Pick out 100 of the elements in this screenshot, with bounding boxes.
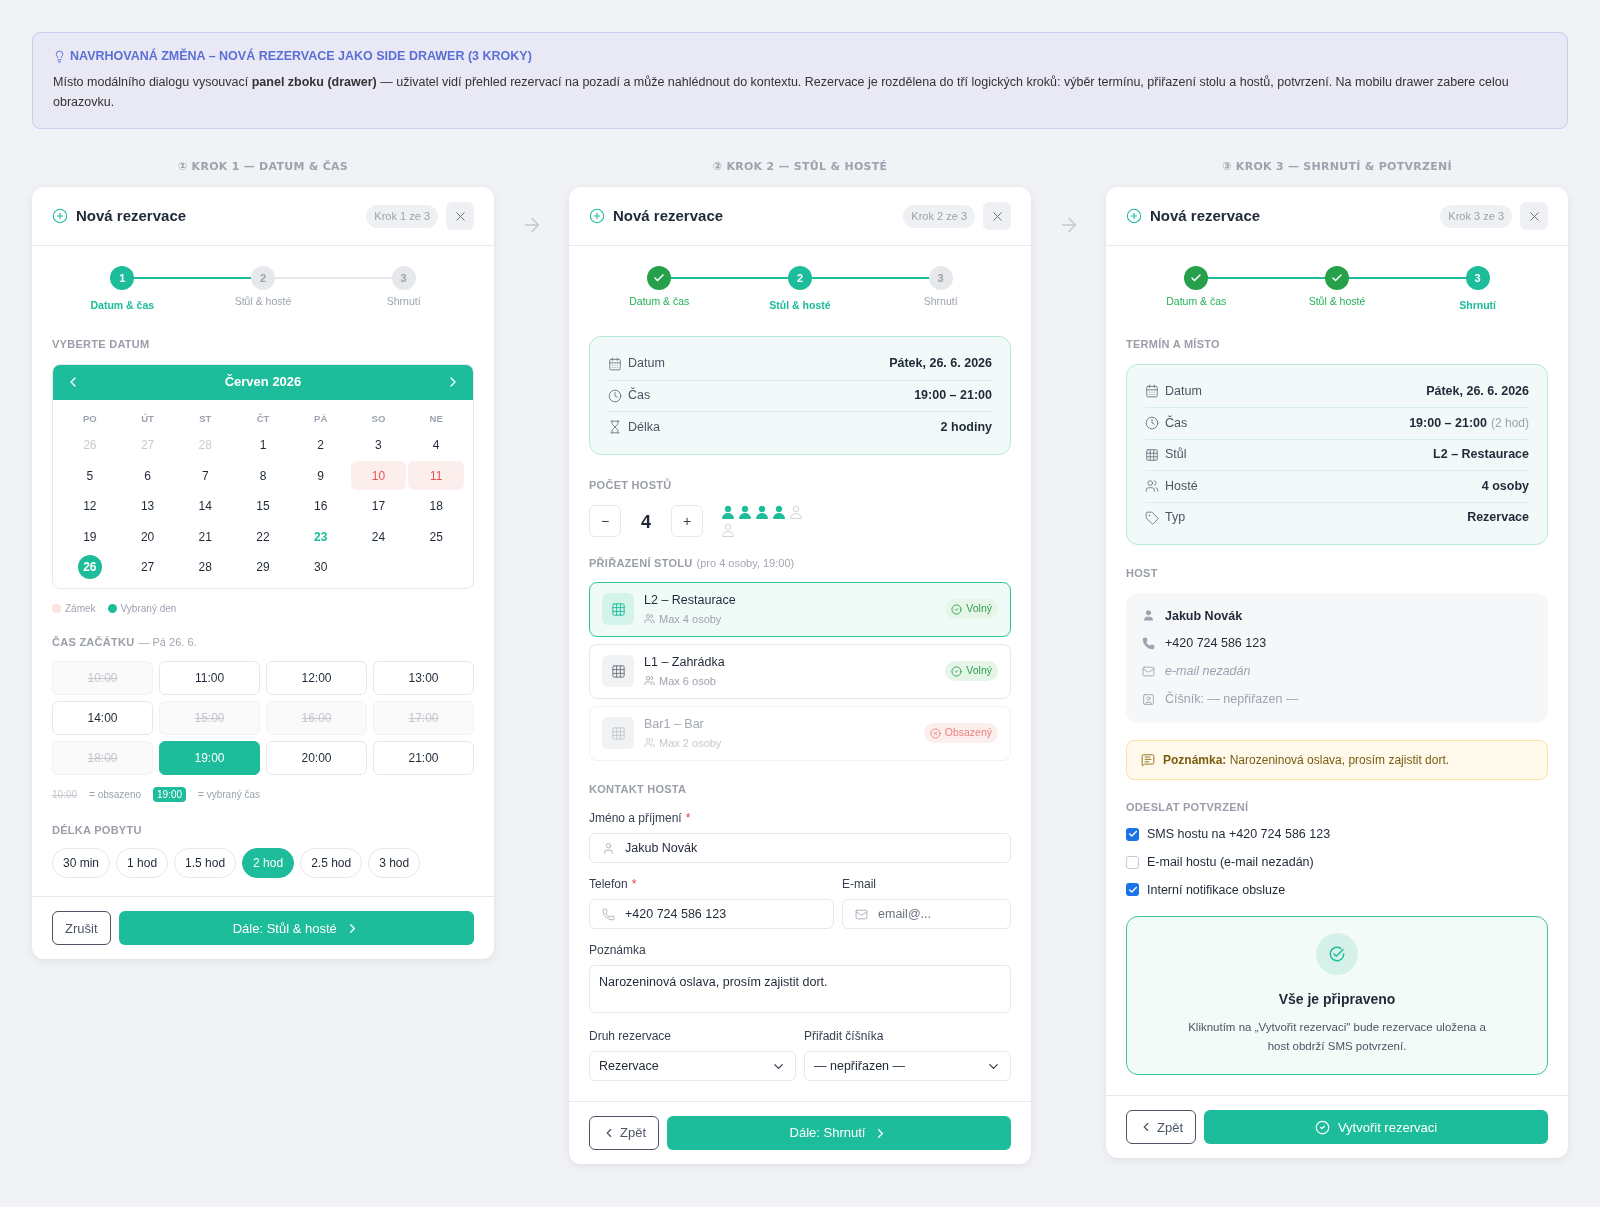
checkbox-label: E-mail hostu (e-mail nezadán)	[1147, 853, 1314, 871]
taken-sample: 10:00	[52, 787, 78, 802]
calendar-day[interactable]: 3	[350, 430, 407, 460]
calendar-day[interactable]: 29	[235, 552, 291, 582]
tag-icon	[1145, 510, 1159, 525]
check-circle-icon	[951, 665, 963, 677]
section-hint: (pro 4 osoby, 19:00)	[696, 556, 795, 571]
checkbox[interactable]	[1126, 883, 1139, 897]
step-label: Datum & čas	[90, 298, 155, 314]
duration-chip[interactable]: 1 hod	[116, 848, 169, 879]
field-label: Jméno a příjmení	[589, 810, 682, 827]
increase-button[interactable]: +	[671, 505, 703, 537]
calendar-day[interactable]: 9	[292, 461, 349, 490]
calendar-day[interactable]: 17	[350, 491, 407, 521]
phone-input[interactable]: +420 724 586 123	[589, 899, 834, 929]
duration-chip[interactable]: 3 hod	[368, 848, 421, 879]
required-mark: *	[631, 876, 637, 893]
calendar-day[interactable]: 20	[119, 522, 176, 551]
decrease-button[interactable]: −	[589, 505, 621, 537]
calendar-day[interactable]: 27	[119, 552, 176, 582]
calendar-day[interactable]: 30	[292, 552, 349, 582]
selected-sample: 19:00	[153, 786, 187, 802]
check-circle-icon	[951, 603, 963, 615]
back-button[interactable]: Zpět	[589, 1116, 659, 1150]
calendar-day[interactable]: 12	[62, 491, 118, 521]
field-label: Druh rezervace	[589, 1028, 672, 1045]
drawer-title: Nová rezervace	[1150, 206, 1261, 226]
step-label: Shrnutí	[1459, 298, 1497, 314]
calendar-day[interactable]: 2	[292, 430, 349, 460]
back-button[interactable]: Zpět	[1126, 1110, 1196, 1145]
time-slot[interactable]: 21:00	[373, 740, 474, 775]
status-badge: Volný	[945, 599, 998, 619]
calendar-day[interactable]: 13	[119, 491, 176, 521]
select-dropdown[interactable]: — nepřiřazen —	[804, 1051, 1011, 1081]
calendar-day[interactable]: 18	[408, 491, 464, 521]
name-input[interactable]: Jakub Novák	[589, 833, 1011, 863]
calendar-day[interactable]: 28	[177, 552, 234, 582]
section-title: DÉLKA POBYTU	[52, 822, 142, 838]
calendar-day[interactable]: 15	[235, 491, 291, 521]
mail-icon	[1142, 664, 1155, 678]
field-label: E-mail	[842, 876, 877, 893]
calendar-day[interactable]: 19	[62, 522, 118, 551]
ready-text: Kliknutím na „Vytvořit rezervaci" bude rezervace uložena a host obdrží SMS potvrzení.	[1187, 1020, 1487, 1055]
required-mark: *	[685, 810, 691, 827]
calendar-day[interactable]: 5	[62, 461, 118, 490]
calendar-day[interactable]: 7	[177, 461, 234, 490]
section-title: KONTAKT HOSTA	[589, 781, 687, 797]
close-button[interactable]	[1520, 202, 1548, 231]
people-icon	[1145, 479, 1159, 494]
close-button[interactable]	[983, 202, 1011, 231]
x-circle-icon	[929, 727, 941, 739]
calendar-day[interactable]: 8	[235, 461, 291, 490]
calendar-day[interactable]: 4	[408, 430, 464, 460]
email-input[interactable]: email@...	[842, 899, 1011, 929]
mail-icon	[855, 907, 868, 921]
calendar-day[interactable]: 24	[350, 522, 407, 551]
person-icon	[1142, 609, 1155, 623]
time-slot[interactable]: 13:00	[373, 660, 474, 695]
calendar-day[interactable]: 6	[119, 461, 176, 490]
duration-chip[interactable]: 30 min	[52, 848, 111, 879]
time-slot[interactable]: 12:00	[266, 660, 367, 695]
table-capacity: Max 2 osoby	[659, 735, 722, 751]
clock-icon	[1145, 416, 1159, 431]
close-button[interactable]	[446, 202, 474, 231]
time-slot[interactable]: 14:00	[52, 700, 153, 735]
calendar-icon	[608, 356, 622, 371]
host-name: Jakub Novák	[1165, 607, 1243, 625]
cancel-button[interactable]: Zrušit	[52, 911, 111, 946]
table-option[interactable]: L1 – Zahrádka Max 6 osob Volný	[589, 643, 1011, 699]
status-badge: Obsazený	[923, 723, 998, 743]
summary-value: L2 – Restaurace	[1433, 446, 1529, 464]
weekday-label: NE	[428, 411, 444, 426]
weekday-label: PÁ	[313, 411, 329, 426]
table-name: L2 – Restaurace	[644, 591, 736, 609]
calendar-day[interactable]: 1	[235, 430, 291, 460]
select-dropdown[interactable]: Rezervace	[589, 1051, 796, 1081]
person-icon	[602, 841, 615, 855]
note-textarea[interactable]: Narozeninová oslava, prosím zajistit dort.	[589, 965, 1011, 1013]
duration-chip[interactable]: 2.5 hod	[300, 848, 363, 879]
summary-label: Stůl	[1165, 446, 1187, 464]
calendar-day[interactable]: 22	[235, 522, 291, 551]
table-option[interactable]: L2 – Restaurace Max 4 osoby Volný	[589, 581, 1011, 637]
summary-label: Délka	[628, 418, 660, 436]
weekday-label: ČT	[255, 411, 271, 426]
grid-icon	[1145, 447, 1159, 462]
note-text: Poznámka: Narozeninová oslava, prosím zajistit dort.	[1163, 751, 1450, 769]
field-label: Přiřadit číšníka	[804, 1028, 884, 1045]
step-label: Stůl & hosté	[234, 294, 292, 310]
table-name: Bar1 – Bar	[644, 715, 705, 733]
calendar-day[interactable]: 25	[408, 522, 464, 551]
calendar-day[interactable]: 21	[177, 522, 234, 551]
month-title: Červen 2026	[224, 373, 302, 392]
time-slot[interactable]: 20:00	[266, 740, 367, 775]
calendar-day[interactable]: 14	[177, 491, 234, 521]
checkbox[interactable]	[1126, 855, 1139, 869]
calendar-day[interactable]: 16	[292, 491, 349, 521]
step-badge: Krok 1 ze 3	[366, 205, 438, 228]
duration-chip[interactable]: 1.5 hod	[174, 848, 237, 879]
checkbox[interactable]	[1126, 827, 1139, 841]
time-slot[interactable]: 11:00	[159, 660, 260, 695]
